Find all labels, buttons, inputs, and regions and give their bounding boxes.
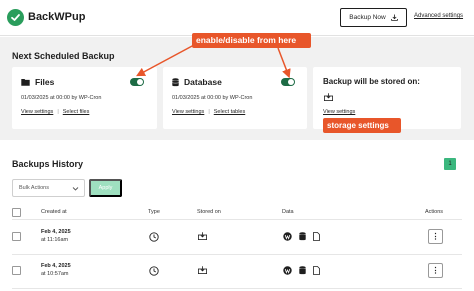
clock-icon bbox=[149, 232, 159, 242]
file-icon bbox=[313, 232, 320, 241]
row-time: at 10:57am bbox=[41, 271, 69, 277]
database-icon bbox=[299, 232, 306, 241]
column-data: Data bbox=[282, 209, 294, 215]
wordpress-icon bbox=[283, 232, 292, 241]
select-all-checkbox[interactable] bbox=[12, 208, 21, 217]
pagination-page[interactable]: 1 bbox=[444, 158, 456, 170]
backups-history-title: Backups History bbox=[12, 159, 84, 169]
row-time: at 11:16am bbox=[41, 237, 69, 243]
row-actions-button[interactable]: ⋮ bbox=[428, 263, 443, 278]
divider bbox=[12, 288, 462, 289]
file-icon bbox=[313, 266, 320, 275]
column-created-at: Created at bbox=[41, 209, 67, 215]
divider bbox=[12, 219, 462, 220]
column-type: Type bbox=[148, 209, 160, 215]
row-checkbox[interactable] bbox=[12, 232, 21, 241]
row-date: Feb 4, 2025 bbox=[41, 263, 71, 269]
row-checkbox[interactable] bbox=[12, 266, 21, 275]
download-to-folder-icon bbox=[198, 232, 207, 240]
column-actions: Actions bbox=[425, 209, 444, 215]
row-actions-button[interactable]: ⋮ bbox=[428, 229, 443, 244]
chevron-down-icon bbox=[72, 187, 79, 191]
bulk-actions-select[interactable]: Bulk Actions bbox=[12, 179, 85, 197]
wordpress-icon bbox=[283, 266, 292, 275]
row-date: Feb 4, 2025 bbox=[41, 229, 71, 235]
clock-icon bbox=[149, 266, 159, 276]
bulk-actions-label: Bulk Actions bbox=[19, 185, 49, 191]
callout-arrows bbox=[136, 44, 291, 79]
download-to-folder-icon bbox=[198, 266, 207, 274]
apply-button[interactable]: Apply bbox=[89, 179, 122, 197]
divider bbox=[12, 254, 462, 255]
database-icon bbox=[299, 266, 306, 275]
column-stored-on: Stored on bbox=[197, 209, 221, 215]
